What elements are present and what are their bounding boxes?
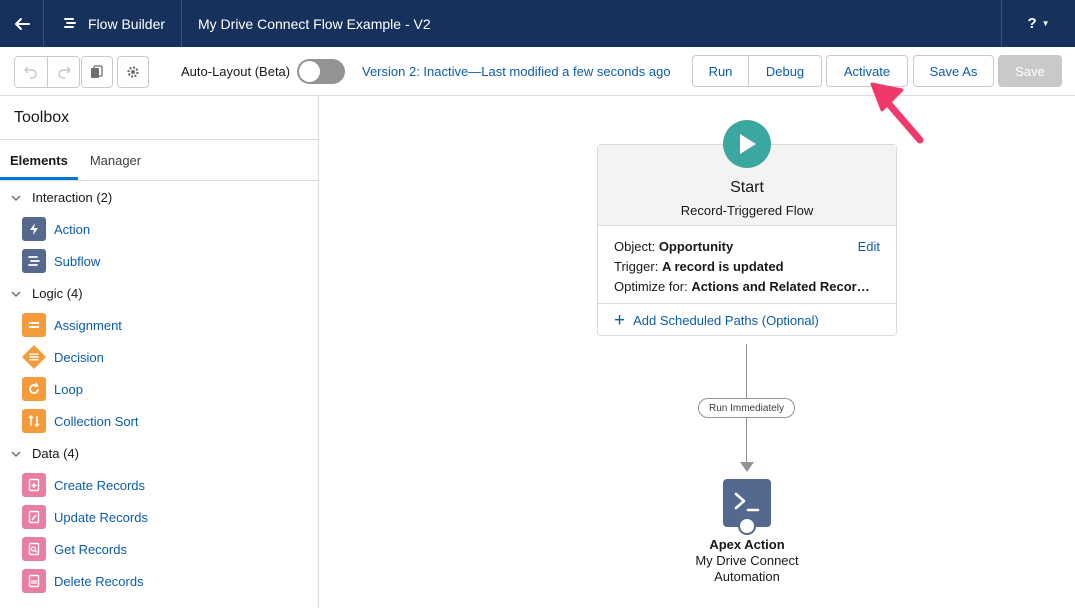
add-scheduled-paths-button[interactable]: + Add Scheduled Paths (Optional) [598, 303, 896, 336]
trigger-value: A record is updated [661, 259, 784, 274]
element-label: Loop [54, 381, 83, 397]
autolayout-label: Auto-Layout (Beta) [181, 64, 291, 79]
top-bar: Flow Builder My Drive Connect Flow Examp… [0, 0, 1075, 47]
assignment-icon [22, 313, 46, 337]
chevron-down-icon [11, 450, 21, 457]
app-name-label: Flow Builder [88, 15, 166, 32]
lightning-icon [22, 217, 46, 241]
redo-icon [57, 66, 71, 79]
start-play-icon[interactable] [723, 120, 771, 168]
apex-subtitle-line2: Automation [714, 569, 780, 584]
connector-node-icon[interactable] [738, 517, 756, 535]
object-label: Object: [614, 239, 656, 254]
section-label: Logic (4) [32, 286, 83, 301]
decision-icon [22, 345, 46, 369]
optimize-row: Optimize for: Actions and Related Recor… [614, 279, 870, 294]
back-button[interactable] [0, 0, 44, 47]
redo-button[interactable] [47, 57, 79, 87]
subflow-icon [22, 249, 46, 273]
start-element-card[interactable]: Start Record-Triggered Flow Object: Oppo… [597, 144, 897, 336]
optimize-value: Actions and Related Recor… [691, 279, 870, 294]
trigger-label: Trigger: [614, 259, 659, 274]
get-records-icon [22, 537, 46, 561]
connector-arrow-icon [740, 462, 754, 472]
flow-icon [64, 17, 76, 28]
path-label-pill[interactable]: Run Immediately [698, 398, 795, 418]
loop-icon [22, 377, 46, 401]
version-status[interactable]: Version 2: Inactive—Last modified a few … [362, 64, 671, 79]
element-label: Decision [54, 349, 104, 365]
tab-manager[interactable]: Manager [78, 140, 151, 180]
chevron-down-icon [11, 290, 21, 297]
help-menu[interactable]: ? ▼ [1001, 0, 1075, 47]
annotation-arrow-icon [870, 82, 924, 144]
gear-icon [127, 66, 139, 78]
sort-icon [22, 409, 46, 433]
element-label: Collection Sort [54, 413, 139, 429]
settings-button[interactable] [117, 56, 149, 88]
section-label: Interaction (2) [32, 190, 113, 205]
element-label: Delete Records [54, 573, 144, 589]
apex-subtitle-line1: My Drive Connect [695, 553, 799, 568]
flow-title: My Drive Connect Flow Example - V2 [198, 15, 431, 32]
app-name: Flow Builder [44, 0, 182, 47]
element-label: Assignment [54, 317, 122, 333]
object-row: Object: Opportunity [614, 239, 733, 254]
element-subflow[interactable]: Subflow [22, 249, 100, 273]
scheduled-paths-label: Add Scheduled Paths (Optional) [633, 312, 819, 328]
toolbox-tabs: Elements Manager [0, 140, 318, 181]
element-loop[interactable]: Loop [22, 377, 83, 401]
section-interaction[interactable]: Interaction (2) [10, 190, 112, 205]
plus-icon: + [614, 309, 626, 331]
back-arrow-icon [14, 17, 30, 30]
element-assignment[interactable]: Assignment [22, 313, 122, 337]
edit-link[interactable]: Edit [858, 239, 880, 254]
toggle-knob [299, 61, 320, 82]
start-subtitle: Record-Triggered Flow [680, 203, 814, 218]
create-records-icon [22, 473, 46, 497]
save-button[interactable]: Save [998, 55, 1062, 87]
run-button[interactable]: Run [692, 55, 749, 87]
toolbox-title: Toolbox [0, 96, 318, 140]
section-logic[interactable]: Logic (4) [10, 286, 83, 301]
element-delete-records[interactable]: Delete Records [22, 569, 144, 593]
trigger-row: Trigger: A record is updated [614, 259, 784, 274]
element-update-records[interactable]: Update Records [22, 505, 148, 529]
chevron-down-icon: ▼ [1041, 19, 1050, 28]
element-create-records[interactable]: Create Records [22, 473, 145, 497]
element-label: Action [54, 221, 91, 237]
element-label: Get Records [54, 541, 127, 557]
undo-redo-group [14, 56, 80, 88]
copy-button[interactable] [81, 56, 113, 88]
debug-button[interactable]: Debug [748, 55, 822, 87]
element-label: Subflow [54, 253, 101, 269]
section-data[interactable]: Data (4) [10, 446, 79, 461]
element-label: Create Records [54, 477, 146, 493]
object-value: Opportunity [658, 239, 734, 254]
chevron-down-icon [11, 194, 21, 201]
element-label: Update Records [54, 509, 148, 525]
undo-button[interactable] [15, 57, 47, 87]
delete-records-icon [22, 569, 46, 593]
copy-icon [91, 65, 103, 78]
toolbox-panel: Toolbox Elements Manager Interaction (2)… [0, 96, 319, 608]
element-action[interactable]: Action [22, 217, 90, 241]
optimize-label: Optimize for: [614, 279, 688, 294]
element-collection-sort[interactable]: Collection Sort [22, 409, 139, 433]
element-decision[interactable]: Decision [22, 345, 104, 369]
tab-elements[interactable]: Elements [0, 140, 78, 180]
undo-icon [24, 66, 37, 79]
start-title: Start [730, 179, 764, 196]
apex-action-subtitle: My Drive Connect Automation [647, 553, 847, 585]
section-label: Data (4) [32, 446, 79, 461]
help-icon: ? [1027, 15, 1037, 32]
element-get-records[interactable]: Get Records [22, 537, 127, 561]
autolayout-toggle[interactable] [297, 59, 345, 84]
update-records-icon [22, 505, 46, 529]
apex-action-title: Apex Action [709, 537, 785, 552]
